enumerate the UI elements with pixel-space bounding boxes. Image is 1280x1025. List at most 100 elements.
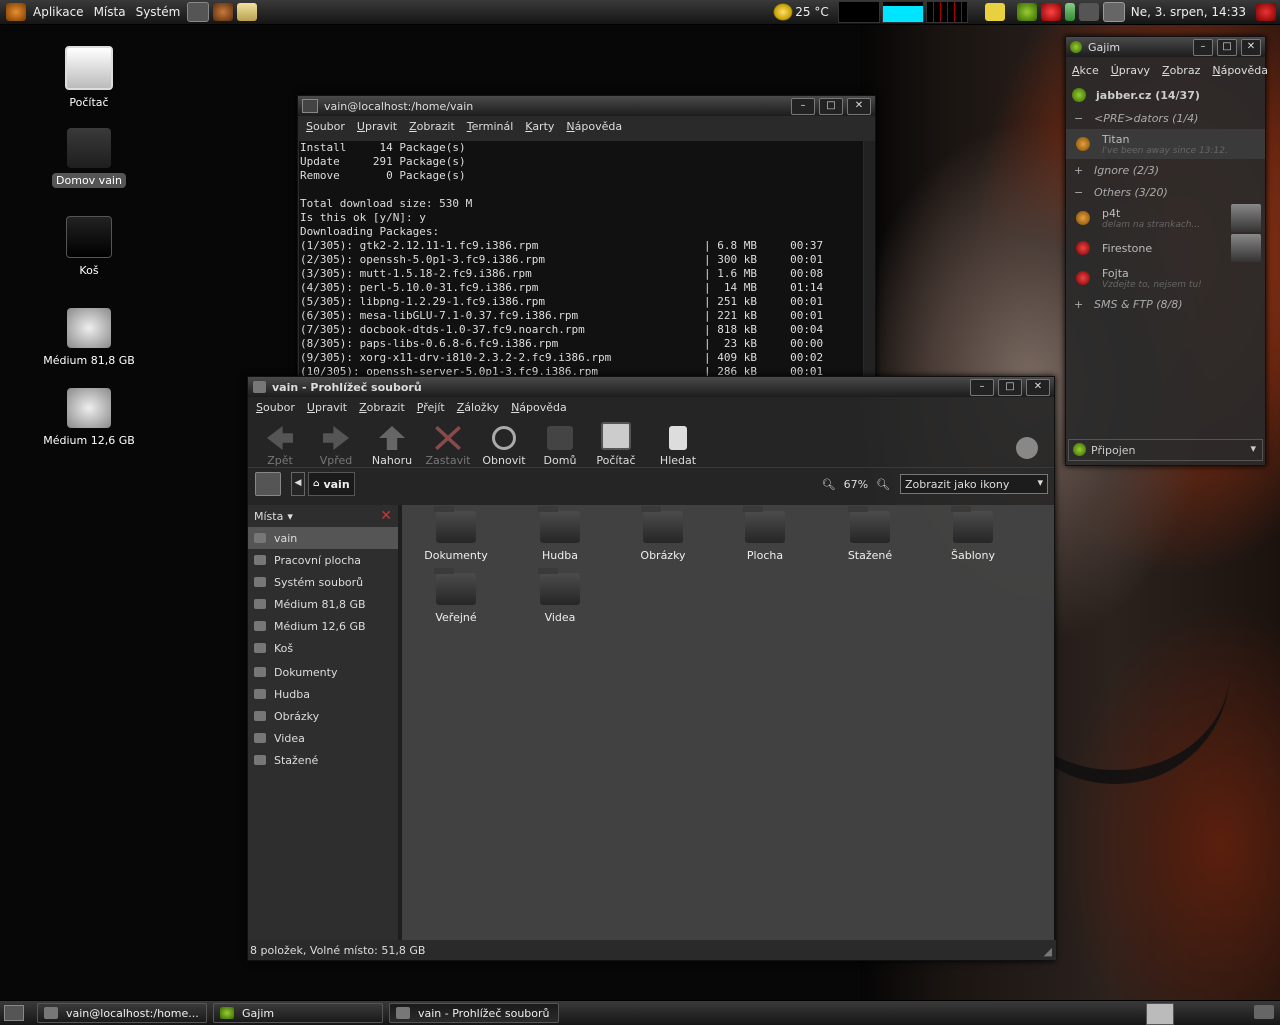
sidebar-item-pictures[interactable]: Obrázky <box>248 705 398 727</box>
menu-edit[interactable]: Úpravy <box>1105 64 1156 77</box>
path-button-vain[interactable]: ⌂ vain <box>308 472 355 496</box>
desktop-icon-disk1[interactable]: Médium 81,8 GB <box>34 308 144 367</box>
group-toggle-icon[interactable]: + <box>1074 164 1094 177</box>
taskbar-item-file-browser[interactable]: vain - Prohlížeč souborů <box>389 1003 559 1023</box>
roster-contact[interactable]: Fojta Vzdejte to, nejsem tu! <box>1066 263 1265 293</box>
menu-applications[interactable]: Aplikace <box>28 5 89 19</box>
forward-button[interactable]: Vpřed <box>308 426 364 467</box>
folder-item[interactable]: Šablony <box>923 506 1023 562</box>
gajim-window[interactable]: Gajim – □ ✕ Akce Úpravy Zobraz Nápověda … <box>1065 36 1268 466</box>
desktop-icon-computer[interactable]: Počítač <box>34 46 144 109</box>
gajim-tray-icon[interactable] <box>1016 3 1037 21</box>
sidebar-item-documents[interactable]: Dokumenty <box>248 661 398 683</box>
file-view[interactable]: Dokumenty Hudba Obrázky Plocha Stažené Š… <box>402 505 1054 940</box>
folder-item[interactable]: Dokumenty <box>406 506 506 562</box>
close-button[interactable]: ✕ <box>847 98 871 115</box>
gajim-titlebar[interactable]: Gajim – □ ✕ <box>1066 37 1265 57</box>
stop-button[interactable]: Zastavit <box>420 426 476 467</box>
power-icon[interactable] <box>1078 3 1099 21</box>
minimize-button[interactable]: – <box>791 98 815 115</box>
group-toggle-icon[interactable]: − <box>1074 186 1094 199</box>
roster-group[interactable]: − <PRE>dators (1/4) <box>1066 107 1265 129</box>
network-icon[interactable] <box>1102 2 1125 22</box>
sidebar-item-filesystem[interactable]: Systém souborů <box>248 571 398 593</box>
menu-tabs[interactable]: Karty <box>519 120 560 133</box>
roster-group[interactable]: − Others (3/20) <box>1066 181 1265 203</box>
desktop-icon-home[interactable]: Domov vain <box>34 128 144 188</box>
close-button[interactable]: ✕ <box>1241 39 1261 56</box>
notes-icon[interactable] <box>984 3 1005 21</box>
sidebar-header[interactable]: Místa ▾ ✕ <box>248 505 398 527</box>
menu-view[interactable]: Zobrazit <box>353 401 411 414</box>
menu-view[interactable]: Zobraz <box>1156 64 1206 77</box>
toggle-location-entry-button[interactable] <box>255 472 281 496</box>
file-browser-titlebar[interactable]: vain - Prohlížeč souborů – □ ✕ <box>248 377 1054 397</box>
menu-help[interactable]: Nápověda <box>560 120 628 133</box>
terminal-output[interactable]: Install 14 Package(s) Update 291 Package(… <box>299 141 863 386</box>
zoom-in-icon[interactable]: 🔍︎ <box>876 478 890 491</box>
update-notifier-icon[interactable] <box>1040 3 1061 21</box>
roster-contact[interactable]: Titan I've been away since 13:12. <box>1066 129 1265 159</box>
taskbar-item-terminal[interactable]: vain@localhost:/home... <box>37 1003 207 1023</box>
menu-help[interactable]: Nápověda <box>505 401 573 414</box>
sidebar-item-disk2[interactable]: Médium 12,6 GB <box>248 615 398 637</box>
menu-actions[interactable]: Akce <box>1066 64 1105 77</box>
taskbar-item-gajim[interactable]: Gajim <box>213 1003 383 1023</box>
sidebar-item-trash[interactable]: Koš <box>248 637 398 659</box>
folder-item[interactable]: Plocha <box>715 506 815 562</box>
home-button[interactable]: Domů <box>532 426 588 467</box>
sidebar-item-desktop[interactable]: Pracovní plocha <box>248 549 398 571</box>
weather-temperature[interactable]: 25 °C <box>795 5 828 19</box>
sidebar-item-music[interactable]: Hudba <box>248 683 398 705</box>
sidebar-item-disk1[interactable]: Médium 81,8 GB <box>248 593 398 615</box>
roster-contact[interactable]: p4t delam na strankach... <box>1066 203 1265 233</box>
system-monitor-net-icon[interactable] <box>925 1 968 23</box>
group-toggle-icon[interactable]: − <box>1074 112 1094 125</box>
roster-account[interactable]: jabber.cz (14/37) <box>1066 83 1265 107</box>
roster-contact[interactable]: Firestone <box>1066 233 1265 263</box>
close-sidebar-icon[interactable]: ✕ <box>380 508 392 524</box>
minimize-button[interactable]: – <box>970 379 994 396</box>
reload-button[interactable]: Obnovit <box>476 426 532 467</box>
file-browser-window[interactable]: vain - Prohlížeč souborů – □ ✕ Soubor Up… <box>247 376 1056 961</box>
path-scroll-left-button[interactable]: ◀ <box>291 472 305 496</box>
folder-item[interactable]: Hudba <box>510 506 610 562</box>
minimize-button[interactable]: – <box>1193 39 1213 56</box>
maximize-button[interactable]: □ <box>819 98 843 115</box>
gnome-foot-icon[interactable] <box>6 3 26 21</box>
shutdown-icon[interactable] <box>1256 3 1276 21</box>
roster-group[interactable]: + SMS & FTP (8/8) <box>1066 293 1265 315</box>
menu-view[interactable]: Zobrazit <box>403 120 461 133</box>
menu-go[interactable]: Přejít <box>411 401 451 414</box>
zoom-level[interactable]: 67% <box>844 478 868 491</box>
folder-item[interactable]: Obrázky <box>613 506 713 562</box>
desktop-icon-disk2[interactable]: Médium 12,6 GB <box>34 388 144 447</box>
view-mode-select[interactable]: Zobrazit jako ikony ▾ <box>900 474 1048 494</box>
gimp-launcher-icon[interactable] <box>213 3 234 21</box>
terminal-window[interactable]: vain@localhost:/home/vain – □ ✕ Soubor U… <box>297 95 876 387</box>
folder-item[interactable]: Veřejné <box>406 568 506 624</box>
close-button[interactable]: ✕ <box>1026 379 1050 396</box>
weather-icon[interactable] <box>773 3 794 21</box>
resize-grip-icon[interactable]: ◢ <box>1044 945 1052 958</box>
trash-applet-icon[interactable] <box>1254 1005 1274 1019</box>
roster-group[interactable]: + Ignore (2/3) <box>1066 159 1265 181</box>
maximize-button[interactable]: □ <box>998 379 1022 396</box>
terminal-launcher-icon[interactable] <box>187 2 210 22</box>
sidebar-item-downloads[interactable]: Stažené <box>248 749 398 771</box>
search-button[interactable]: Hledat <box>650 426 706 467</box>
maximize-button[interactable]: □ <box>1217 39 1237 56</box>
folder-item[interactable]: Stažené <box>820 506 920 562</box>
system-monitor-cpu-icon[interactable] <box>837 1 880 23</box>
group-toggle-icon[interactable]: + <box>1074 298 1094 311</box>
terminal-scrollbar[interactable] <box>864 141 875 386</box>
menu-file[interactable]: Soubor <box>300 120 351 133</box>
back-button[interactable]: Zpět <box>252 426 308 467</box>
battery-icon[interactable] <box>1064 3 1075 21</box>
presence-selector[interactable]: Připojen ▾ <box>1068 439 1263 461</box>
menu-edit[interactable]: Upravit <box>301 401 353 414</box>
menu-bookmarks[interactable]: Záložky <box>451 401 505 414</box>
desktop-icon-trash[interactable]: Koš <box>34 216 144 277</box>
workspace-switcher[interactable] <box>1146 1003 1174 1025</box>
computer-button[interactable]: Počítač <box>588 422 644 467</box>
